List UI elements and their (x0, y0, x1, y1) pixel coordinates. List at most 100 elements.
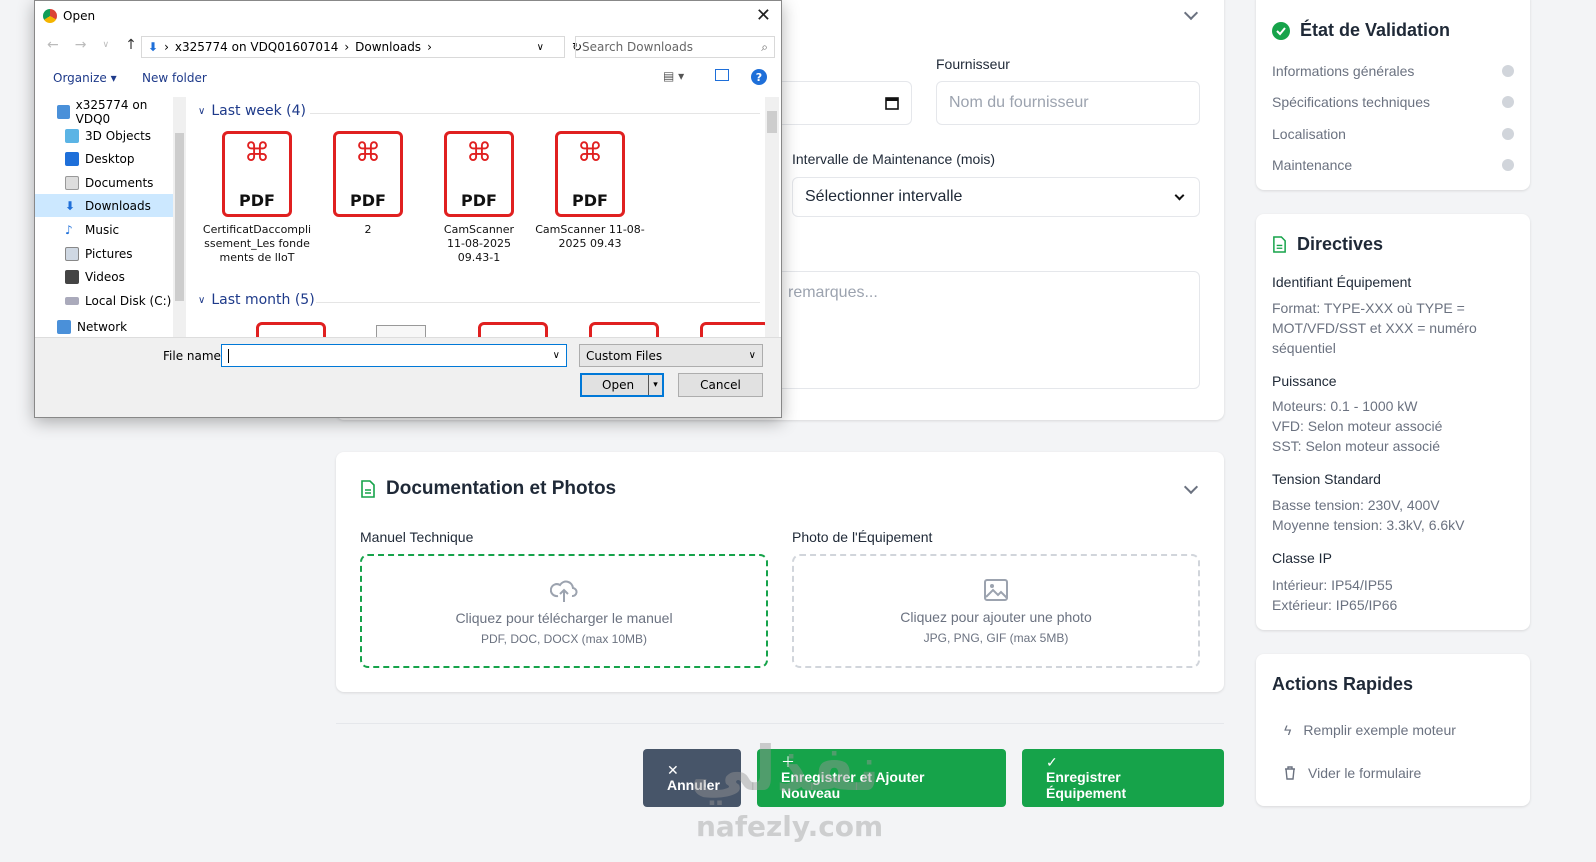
image-icon (984, 579, 1008, 601)
file-item[interactable]: ⌘ PDF CamScanner 11-08-2025 09.43-1 (424, 131, 534, 265)
file-icon[interactable] (376, 325, 426, 337)
chevron-down-icon: ∨ (198, 294, 206, 306)
remarks-placeholder: remarques... (788, 284, 878, 301)
navigation-tree: x325774 on VDQ0 3D Objects Desktop Docum… (35, 97, 190, 337)
dropdown-chevron-icon[interactable]: ∨ (553, 350, 560, 361)
directive-heading: Puissance (1272, 373, 1337, 389)
photo-upload-zone[interactable]: Cliquez pour ajouter une photo JPG, PNG,… (792, 554, 1200, 668)
pdf-file-icon: ⌘ PDF (222, 131, 292, 217)
file-pane-scrollbar[interactable] (765, 97, 779, 337)
save-button-label: Enregistrer Équipement (1046, 769, 1127, 801)
pdf-badge: PDF (239, 191, 275, 210)
maintenance-interval-select[interactable]: Sélectionner intervalle (792, 177, 1200, 217)
group-divider (316, 302, 760, 303)
open-dropdown-icon[interactable]: ▾ (648, 375, 662, 395)
forward-arrow-icon[interactable]: → (75, 37, 87, 53)
videos-icon (65, 269, 79, 284)
close-icon[interactable]: ✕ (756, 5, 771, 26)
group-last-month[interactable]: ∨ Last month (5) (198, 292, 315, 308)
address-bar[interactable]: ⬇ › x325774 on VDQ01607014 › Downloads ›… (141, 36, 582, 58)
tree-item-desktop[interactable]: Desktop (35, 147, 175, 170)
clear-form-button[interactable]: Vider le formulaire (1284, 765, 1421, 781)
file-name-input[interactable]: ∨ (221, 344, 567, 367)
pdf-file-icon[interactable] (256, 322, 326, 337)
pdf-file-icon: ⌘ PDF (444, 131, 514, 217)
tree-scrollbar[interactable] (173, 97, 186, 337)
new-folder-button[interactable]: New folder (142, 71, 207, 85)
pdf-file-icon[interactable] (589, 322, 659, 337)
photo-upload-text: Cliquez pour ajouter une photo (900, 609, 1092, 625)
pdf-file-icon: ⌘ PDF (333, 131, 403, 217)
organize-menu[interactable]: Organize ▾ (53, 71, 117, 85)
pdf-file-icon[interactable] (700, 322, 770, 337)
calendar-icon[interactable] (885, 96, 899, 110)
pdf-file-icon[interactable] (478, 322, 548, 337)
manual-upload-text: Cliquez pour télécharger le manuel (455, 610, 673, 626)
back-arrow-icon[interactable]: ← (47, 37, 59, 53)
tree-item-pictures[interactable]: Pictures (35, 242, 175, 265)
status-dot (1502, 96, 1514, 108)
supplier-input[interactable]: Nom du fournisseur (936, 81, 1200, 125)
chevron-down-icon: ∨ (198, 105, 206, 117)
tree-item-network[interactable]: Network (35, 320, 175, 334)
help-icon[interactable]: ? (751, 69, 767, 85)
chrome-icon (43, 9, 57, 23)
chevron-down-icon[interactable]: ∨ (102, 40, 109, 53)
group-last-week[interactable]: ∨ Last week (4) (198, 103, 306, 119)
fill-example-button[interactable]: ϟ Remplir exemple moteur (1284, 722, 1456, 738)
tree-item-documents[interactable]: Documents (35, 171, 175, 194)
group-label: Last month (5) (211, 292, 315, 308)
up-arrow-icon[interactable]: ↑ (125, 37, 137, 53)
validation-item: Spécifications techniques (1272, 94, 1514, 110)
file-item[interactable]: ⌘ PDF CamScanner 11-08-2025 09.43 (535, 131, 645, 251)
manual-upload-zone[interactable]: Cliquez pour télécharger le manuel PDF, … (360, 554, 768, 668)
remarks-textarea[interactable]: remarques... (776, 271, 1200, 389)
open-button[interactable]: Open ▾ (580, 373, 664, 397)
tree-item-3d-objects[interactable]: 3D Objects (35, 124, 175, 147)
tree-label: Music (85, 222, 120, 237)
breadcrumb-item[interactable]: Downloads (355, 40, 421, 54)
directives-title-text: Directives (1297, 234, 1384, 254)
file-type-select[interactable]: Custom Files ∨ (579, 344, 763, 367)
directive-text: Extérieur: IP65/IP66 (1272, 597, 1398, 613)
tree-item-local-disk[interactable]: Local Disk (C:) (35, 289, 175, 312)
dialog-title: Open (63, 9, 96, 23)
tree-label: Pictures (85, 246, 133, 261)
tree-item-videos[interactable]: Videos (35, 265, 175, 288)
tree-label: Videos (85, 269, 125, 284)
validation-item: Maintenance (1272, 157, 1514, 173)
file-item[interactable]: ⌘ PDF 2 (313, 131, 423, 237)
tree-item-music[interactable]: ♪ Music (35, 218, 175, 241)
save-button[interactable]: ✓ Enregistrer Équipement (1022, 749, 1224, 807)
directive-text: SST: Selon moteur associé (1272, 438, 1441, 454)
directive-text: VFD: Selon moteur associé (1272, 418, 1443, 434)
tree-item-downloads[interactable]: ⬇ Downloads (35, 194, 175, 217)
tree-item-this-pc[interactable]: x325774 on VDQ0 (35, 97, 175, 126)
document-icon (1273, 236, 1286, 253)
view-options-icon[interactable]: ▤ ▾ (663, 69, 684, 83)
upload-cloud-icon (550, 580, 578, 602)
documentation-card: Documentation et Photos Manuel Technique… (336, 452, 1224, 692)
scrollbar-thumb[interactable] (175, 133, 184, 301)
scrollbar-thumb[interactable] (767, 111, 777, 133)
dialog-cancel-button[interactable]: Cancel (678, 373, 763, 397)
directive-text: Intérieur: IP54/IP55 (1272, 577, 1393, 593)
documentation-collapse-icon[interactable] (1183, 479, 1199, 495)
file-type-value: Custom Files (586, 348, 663, 363)
file-item[interactable]: ⌘ PDF CertificatDaccomplissement_Les fond… (202, 131, 312, 265)
dialog-titlebar: Open (35, 1, 781, 31)
breadcrumb-separator: › (164, 40, 169, 54)
preview-pane-icon[interactable] (715, 69, 729, 81)
directive-heading: Tension Standard (1272, 471, 1381, 487)
manual-label: Manuel Technique (360, 529, 474, 545)
search-input[interactable]: Search Downloads ⌕ (575, 36, 775, 58)
breadcrumb-item[interactable]: x325774 on VDQ01607014 (175, 40, 338, 54)
supplier-label: Fournisseur (936, 56, 1010, 72)
dropdown-chevron-icon[interactable]: ∨ (537, 42, 544, 53)
tree-label: x325774 on VDQ0 (75, 97, 148, 126)
tree-label: Desktop (85, 151, 135, 166)
tree-label: Documents (85, 175, 154, 190)
status-dot (1502, 128, 1514, 140)
photo-upload-formats: JPG, PNG, GIF (max 5MB) (923, 631, 1069, 645)
collapse-chevron-icon[interactable] (1183, 5, 1199, 21)
